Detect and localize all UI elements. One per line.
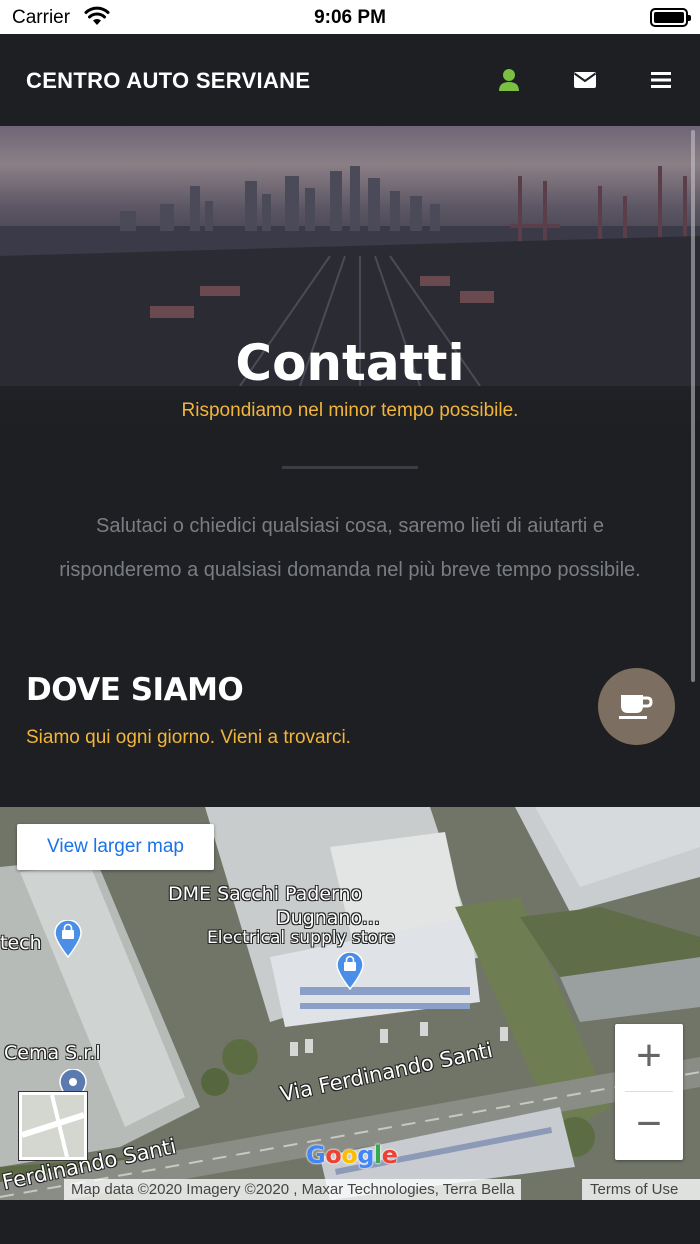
view-larger-map-button[interactable]: View larger map: [17, 824, 214, 870]
scrollbar[interactable]: [691, 130, 695, 682]
page-subtitle: Rispondiamo nel minor tempo possibile.: [181, 400, 519, 421]
intro-text: Salutaci o chiedici qualsiasi cosa, sare…: [59, 515, 641, 581]
terms-of-use-link[interactable]: Terms of Use: [582, 1179, 700, 1200]
clock: 9:06 PM: [314, 7, 386, 28]
map-place-label[interactable]: Cema S.r.l: [4, 1042, 101, 1064]
menu-icon[interactable]: [649, 68, 675, 92]
zoom-in-button[interactable]: +: [615, 1024, 683, 1092]
map-category-label[interactable]: Electrical supply store: [207, 928, 395, 948]
street-view-thumbnail[interactable]: [19, 1092, 87, 1160]
embedded-map[interactable]: DME Sacchi Paderno Dugnano... Electrical…: [0, 807, 700, 1200]
section-divider: [282, 466, 418, 469]
shopping-pin-icon[interactable]: [53, 920, 83, 958]
zoom-controls: + −: [615, 1024, 683, 1160]
mail-icon[interactable]: [573, 68, 599, 92]
map-place-label[interactable]: DME Sacchi Paderno: [168, 883, 362, 905]
location-subtitle: Siamo qui ogni giorno. Vieni a trovarci.: [26, 727, 351, 748]
site-brand[interactable]: CENTRO AUTO SERVIANE: [26, 68, 310, 94]
navbar: CENTRO AUTO SERVIANE: [0, 34, 700, 126]
status-bar: Carrier 9:06 PM: [0, 0, 700, 34]
map-place-label[interactable]: Dugnano...: [276, 907, 380, 929]
shopping-pin-icon[interactable]: [335, 952, 365, 990]
battery-icon: [650, 8, 691, 27]
zoom-out-button[interactable]: −: [615, 1092, 683, 1160]
coffee-cup-icon: [619, 695, 653, 719]
user-icon[interactable]: [497, 68, 523, 92]
hero-banner: Contatti Rispondiamo nel minor tempo pos…: [0, 126, 700, 446]
map-attribution: Map data ©2020 Imagery ©2020 , Maxar Tec…: [64, 1179, 522, 1200]
page-footer: [0, 1200, 700, 1244]
street-view-map-icon: [21, 1094, 85, 1158]
google-logo: Google: [306, 1141, 398, 1169]
location-title: DOVE SIAMO: [26, 672, 244, 708]
page-title: Contatti: [235, 334, 465, 392]
coffee-button[interactable]: [598, 668, 675, 745]
map-place-label[interactable]: tech: [0, 932, 42, 954]
